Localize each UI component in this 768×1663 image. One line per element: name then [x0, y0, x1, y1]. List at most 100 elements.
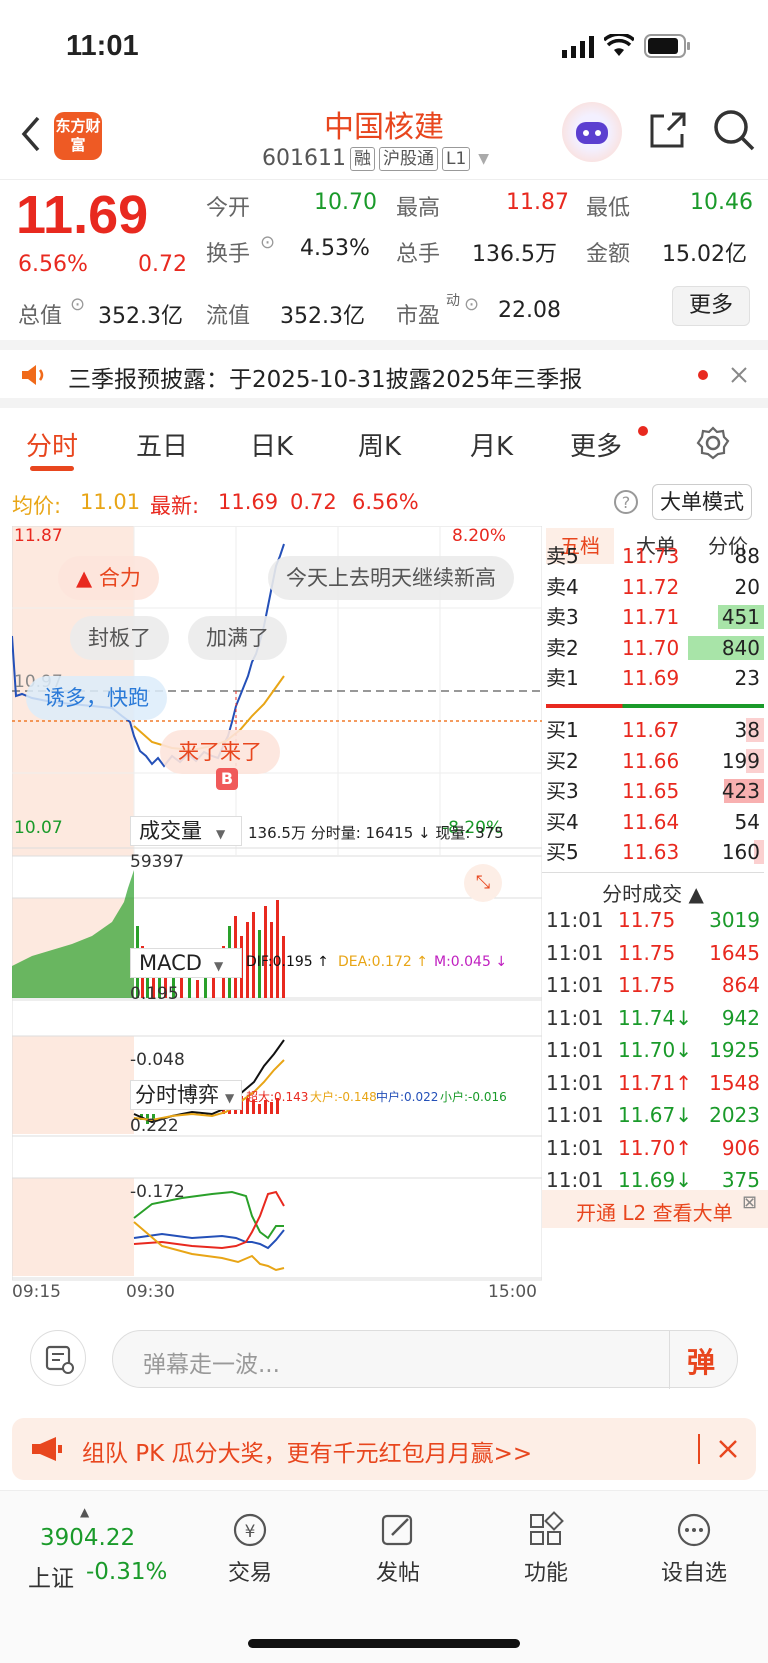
dif-value: DIF:0.195 ↑ — [246, 954, 329, 970]
ask-row-price: 11.71 — [622, 605, 680, 629]
close-icon[interactable]: ⊠ — [742, 1192, 757, 1213]
ask-row[interactable]: 卖2 11.70 840 — [542, 632, 764, 664]
ask-row[interactable]: 卖4 11.72 20 — [542, 571, 764, 603]
svg-text:?: ? — [622, 493, 631, 512]
status-time: 11:01 — [66, 30, 139, 62]
game-indicator-select[interactable]: 分时博弈 ▼ — [130, 1080, 242, 1110]
danmu-bar: 弹幕走一波... 弹 — [0, 1320, 768, 1400]
ticks-title[interactable]: 分时成交 ▲ — [542, 878, 764, 907]
close-icon[interactable] — [718, 1439, 738, 1459]
tab-weekly-k[interactable]: 周K — [358, 426, 401, 463]
float-value: 352.3亿 — [280, 304, 365, 329]
stock-code: 601611 — [262, 146, 346, 171]
ai-robot-avatar[interactable] — [562, 102, 622, 162]
divider — [669, 1331, 670, 1389]
stock-code-row[interactable]: 601611 融 沪股通 L1 ▼ — [262, 146, 489, 171]
tag-margin: 融 — [349, 146, 375, 171]
flag-icon: ▲ — [76, 566, 99, 590]
bid-row[interactable]: 买2 11.66 199 — [542, 745, 764, 777]
ask-row-price: 11.72 — [622, 574, 680, 599]
tick-volume: 1925 — [709, 1038, 760, 1062]
home-indicator — [248, 1639, 520, 1648]
intraday-chart-area[interactable]: 11.87 10.07 10.97 8.20% -8.20% ▲ 合力 今天上去… — [11, 525, 543, 1306]
ask-row[interactable]: 卖1 11.69 23 — [542, 662, 764, 694]
help-icon[interactable]: ? — [612, 488, 640, 516]
danmu-input[interactable]: 弹幕走一波... 弹 — [112, 1330, 738, 1389]
volume-bar — [196, 980, 199, 998]
ask-row-label: 卖3 — [546, 605, 579, 629]
bid-row-price: 11.64 — [622, 809, 680, 834]
last-label: 最新: — [150, 494, 200, 518]
tag-level: L1 — [441, 146, 471, 171]
big-order-mode-button[interactable]: 大单模式 — [652, 484, 752, 520]
buy-marker[interactable]: B — [216, 768, 238, 790]
grid-apps-icon — [530, 1511, 564, 1545]
index-value[interactable]: 3904.22 — [40, 1525, 135, 1551]
info-icon[interactable]: ⊙ — [70, 294, 85, 315]
notice-text: 三季报预披露：于2025-10-31披露2025年三季报 — [68, 367, 583, 393]
caret-up-icon: ▲ — [80, 1505, 90, 1519]
bid-row-label: 买5 — [546, 840, 579, 864]
ask-row-label: 卖4 — [546, 574, 579, 599]
settings-gear-icon[interactable] — [696, 426, 730, 460]
tab-daily-k[interactable]: 日K — [250, 426, 293, 463]
bid-row[interactable]: 买3 11.65 423 — [542, 775, 764, 807]
ask-row-label: 卖5 — [546, 544, 579, 568]
bid-row[interactable]: 买5 11.63 160 — [542, 836, 764, 868]
tab-intraday[interactable]: 分时 — [26, 426, 78, 463]
bid-row[interactable]: 买1 11.67 38 — [542, 714, 764, 746]
l2-upsell-text: 开通 L2 查看大单 — [576, 1201, 733, 1225]
tick-time: 11:01 — [546, 1005, 604, 1030]
close-icon[interactable] — [730, 366, 748, 384]
macd-axis-top: 0.195 — [130, 984, 179, 1004]
index-pct[interactable]: -0.31% — [86, 1559, 167, 1585]
tab-five-day[interactable]: 五日 — [136, 426, 188, 463]
low-value: 10.46 — [690, 190, 753, 215]
chart-tabs: 分时 五日 日K 周K 月K 更多 — [0, 408, 768, 478]
bid-row-volume: 160 — [721, 840, 760, 864]
ask-row-volume: 451 — [721, 605, 760, 629]
volume-indicator-select[interactable]: 成交量 ▼ — [130, 816, 242, 846]
pe-info-icon[interactable]: ⊙ — [464, 294, 479, 315]
nav-add-watchlist[interactable]: 设自选 — [634, 1511, 754, 1587]
ask-row[interactable]: 卖5 11.73 88 — [542, 540, 764, 572]
bid-row[interactable]: 买4 11.64 54 — [542, 806, 764, 838]
nav-trade[interactable]: ¥ 交易 — [190, 1511, 310, 1587]
tick-row: 11:01 11.70↓ 1925 — [542, 1034, 764, 1066]
time-axis-open: 09:30 — [126, 1282, 175, 1302]
notice-bar[interactable]: 三季报预披露：于2025-10-31披露2025年三季报 — [0, 340, 768, 408]
l2-upsell[interactable]: 开通 L2 查看大单 ⊠ — [542, 1190, 768, 1228]
nav-post-label: 发帖 — [375, 1561, 420, 1586]
tick-row: 11:01 11.75 1645 — [542, 937, 764, 969]
ask-row-price: 11.70 — [622, 635, 680, 660]
index-name[interactable]: 上证 — [28, 1559, 74, 1593]
share-icon[interactable] — [648, 110, 688, 150]
bid-row-price: 11.67 — [622, 718, 680, 742]
tab-more[interactable]: 更多 — [570, 426, 622, 463]
avg-value: 11.01 — [80, 490, 141, 514]
amount-label: 金额 — [586, 242, 631, 267]
ask-row[interactable]: 卖3 11.71 451 — [542, 601, 764, 633]
turnover-value: 4.53% — [300, 236, 370, 261]
svg-text:¥: ¥ — [245, 1522, 256, 1542]
promo-banner[interactable]: 组队 PK 瓜分大奖，更有千元红包月月赢>> — [12, 1418, 756, 1480]
search-icon[interactable] — [712, 108, 756, 152]
nav-functions[interactable]: 功能 — [486, 1511, 606, 1587]
turnover-info-icon[interactable]: ⊙ — [260, 232, 275, 253]
tab-monthly-k[interactable]: 月K — [470, 426, 513, 463]
nav-post[interactable]: 发帖 — [338, 1511, 458, 1587]
game-small-line — [133, 1221, 285, 1272]
macd-indicator-select[interactable]: MACD ▼ — [130, 948, 242, 978]
tick-time: 11:01 — [546, 940, 604, 965]
tick-price: 11.70↑ — [618, 1135, 693, 1160]
expand-icon[interactable]: ⤡ — [464, 864, 502, 902]
tick-price: 11.71↑ — [618, 1070, 693, 1095]
danmu-send-button[interactable]: 弹 — [687, 1341, 715, 1381]
more-button[interactable]: 更多 — [672, 286, 750, 326]
tick-time: 11:01 — [546, 1038, 604, 1062]
danmu-settings-button[interactable] — [30, 1330, 86, 1386]
nav-add-watchlist-label: 设自选 — [660, 1561, 727, 1586]
tick-volume: 1645 — [709, 940, 760, 965]
high-label: 最高 — [396, 196, 441, 221]
pe-dynamic-sup: 动 — [446, 293, 460, 309]
